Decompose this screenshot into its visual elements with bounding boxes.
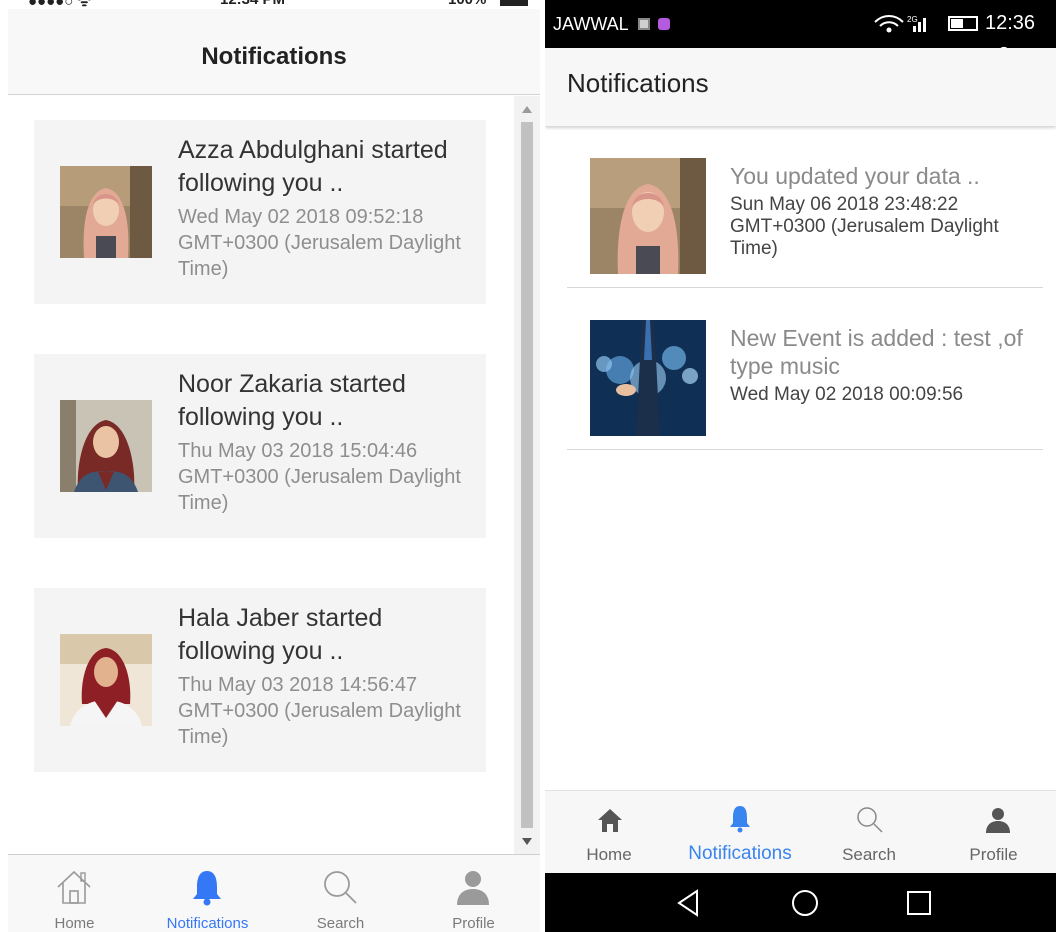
notification-card[interactable]: Hala Jaber started following you .. Thu … bbox=[34, 588, 486, 772]
bell-icon bbox=[730, 806, 750, 833]
bell-icon bbox=[193, 871, 221, 906]
notification-title: Azza Abdulghani started following you .. bbox=[178, 136, 448, 197]
android-navigation-bar bbox=[545, 873, 1056, 932]
tab-home[interactable]: Home bbox=[545, 791, 673, 874]
tab-label: Home bbox=[54, 915, 95, 932]
home-circle-icon[interactable] bbox=[789, 887, 821, 919]
android-app-bar: Notifications bbox=[545, 48, 1056, 126]
android-status-bar: JAWWAL 2G 12:36 ص bbox=[545, 0, 1056, 59]
notification-message: You updated your data .. bbox=[730, 163, 980, 189]
person-icon bbox=[986, 808, 1010, 833]
tab-search[interactable]: Search bbox=[274, 855, 407, 932]
gallery-notification-icon bbox=[638, 18, 650, 30]
scroll-up-arrow-icon[interactable] bbox=[522, 106, 532, 113]
notification-item[interactable]: You updated your data .. Sun May 06 2018… bbox=[567, 126, 1043, 288]
scrollbar-thumb[interactable] bbox=[521, 122, 533, 828]
notification-title: Hala Jaber started following you .. bbox=[178, 604, 383, 665]
back-icon[interactable] bbox=[673, 887, 705, 919]
page-title: Notifications bbox=[201, 43, 347, 70]
tab-profile[interactable]: Profile bbox=[931, 791, 1056, 874]
person-icon bbox=[457, 871, 489, 905]
notification-card[interactable]: Noor Zakaria started following you .. Th… bbox=[34, 354, 486, 538]
carrier-name: JAWWAL bbox=[553, 14, 629, 34]
battery-icon bbox=[500, 0, 528, 6]
tab-profile[interactable]: Profile bbox=[407, 855, 540, 932]
notification-date: Wed May 02 2018 00:09:56 bbox=[730, 384, 964, 405]
notification-date: Thu May 03 2018 14:56:47 GMT+0300 (Jerus… bbox=[178, 674, 461, 748]
ios-status-bar: ●●●●○ ᯤ 12:34 PM 100% bbox=[8, 0, 540, 9]
tab-notifications[interactable]: Notifications bbox=[141, 855, 274, 932]
notification-message: New Event is added : test ,of type music bbox=[730, 325, 1023, 379]
tab-label: Notifications bbox=[688, 843, 792, 864]
search-icon bbox=[857, 807, 883, 833]
notification-list[interactable]: Azza Abdulghani started following you ..… bbox=[8, 96, 514, 854]
avatar-photo-2 bbox=[60, 400, 152, 492]
tab-label: Profile bbox=[969, 845, 1018, 864]
tab-label: Notifications bbox=[166, 915, 249, 932]
home-icon bbox=[598, 809, 622, 832]
tab-label: Search bbox=[842, 845, 896, 864]
scroll-down-arrow-icon[interactable] bbox=[522, 838, 532, 845]
tab-search[interactable]: Search bbox=[807, 791, 931, 874]
screenshot-root: ●●●●○ ᯤ 12:34 PM 100% Notifications bbox=[0, 0, 1056, 932]
notification-item[interactable]: New Event is added : test ,of type music… bbox=[567, 288, 1043, 450]
battery-icon bbox=[948, 16, 978, 31]
page-title: Notifications bbox=[567, 68, 709, 98]
status-time: 12:34 PM bbox=[220, 0, 285, 8]
recents-icon[interactable] bbox=[903, 887, 935, 919]
vertical-scrollbar[interactable] bbox=[514, 96, 540, 854]
ios-tab-bar: Home Notifications Search Profile bbox=[8, 854, 540, 932]
tab-notifications[interactable]: Notifications bbox=[673, 791, 807, 874]
tab-home[interactable]: Home bbox=[8, 855, 141, 932]
tab-label: Home bbox=[586, 845, 632, 864]
search-icon bbox=[324, 871, 357, 904]
avatar-photo-1 bbox=[590, 158, 706, 274]
tab-label: Search bbox=[316, 915, 365, 932]
battery-percent: 100% bbox=[448, 0, 486, 8]
home-icon bbox=[57, 870, 91, 904]
notification-date: Sun May 06 2018 23:48:22 GMT+0300 (Jerus… bbox=[730, 194, 999, 259]
network-type: 2G bbox=[907, 15, 918, 24]
android-tab-bar: Home Notifications Search Profile bbox=[545, 790, 1056, 873]
android-screen: JAWWAL 2G 12:36 ص Notifications bbox=[545, 0, 1056, 932]
notification-title: Noor Zakaria started following you .. bbox=[178, 370, 406, 431]
messenger-notification-icon bbox=[658, 18, 670, 30]
event-photo bbox=[590, 320, 706, 436]
avatar-photo-1 bbox=[60, 166, 152, 258]
ios-screen: ●●●●○ ᯤ 12:34 PM 100% Notifications bbox=[8, 0, 540, 932]
signal-indicator: ●●●●○ ᯤ bbox=[28, 0, 92, 9]
tab-label: Profile bbox=[452, 915, 495, 932]
wifi-signal-icon: 2G bbox=[874, 15, 926, 33]
notification-date: Wed May 02 2018 09:52:18 GMT+0300 (Jerus… bbox=[178, 206, 461, 280]
ios-nav-header: Notifications bbox=[8, 9, 540, 95]
avatar-photo-3 bbox=[60, 634, 152, 726]
notification-card[interactable]: Azza Abdulghani started following you ..… bbox=[34, 120, 486, 304]
notification-date: Thu May 03 2018 15:04:46 GMT+0300 (Jerus… bbox=[178, 440, 461, 514]
